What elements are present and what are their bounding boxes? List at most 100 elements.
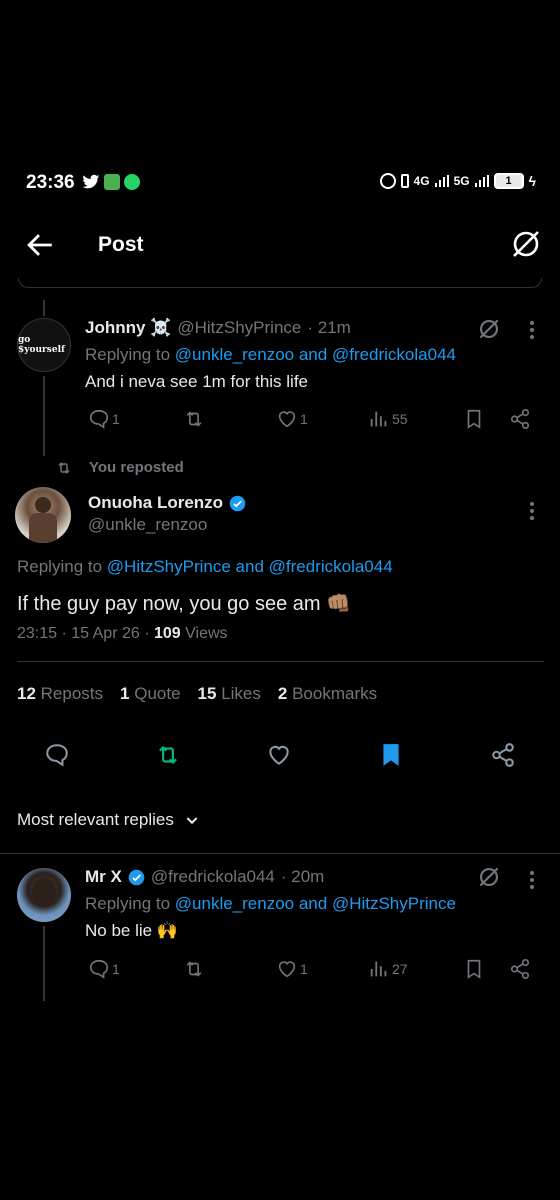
network-4g-label: 4G bbox=[413, 174, 430, 188]
repost-label: You reposted bbox=[89, 459, 184, 476]
reply-button[interactable]: 1 bbox=[88, 408, 120, 430]
share-icon[interactable] bbox=[490, 742, 516, 768]
grok-icon[interactable] bbox=[476, 316, 502, 342]
quotes-stat[interactable]: 1 Quote bbox=[120, 684, 181, 704]
avatar-face-shape bbox=[32, 878, 56, 906]
avatar-mr-x[interactable] bbox=[17, 868, 71, 922]
reply1-display-name[interactable]: Johnny ☠️ bbox=[85, 318, 171, 338]
divider bbox=[17, 718, 544, 719]
chevron-down-icon bbox=[186, 817, 198, 825]
header-divider bbox=[18, 278, 542, 288]
reply2-time: · 20m bbox=[280, 867, 325, 886]
main-actions bbox=[0, 738, 560, 774]
main-views-label: Views bbox=[185, 625, 228, 642]
views-icon bbox=[370, 961, 387, 977]
like-button[interactable]: 1 bbox=[276, 408, 308, 430]
more-options-icon[interactable] bbox=[530, 868, 536, 892]
reply-count: 1 bbox=[112, 961, 120, 977]
views-button[interactable]: 27 bbox=[368, 958, 408, 980]
grok-button[interactable] bbox=[508, 226, 544, 262]
divider bbox=[0, 853, 560, 854]
network-5g-label: 5G bbox=[453, 174, 470, 188]
more-options-icon[interactable] bbox=[530, 318, 536, 342]
quote-label: Quote bbox=[134, 684, 181, 703]
quote-count: 1 bbox=[120, 684, 130, 703]
replying-to-label: Replying to bbox=[85, 345, 171, 364]
like-button[interactable]: 1 bbox=[276, 958, 308, 980]
likes-count: 15 bbox=[197, 684, 217, 703]
system-icons: 4G 5G 1 ϟ bbox=[379, 173, 536, 189]
app-notification-icon bbox=[104, 174, 120, 190]
top-app-bar: Post bbox=[0, 220, 560, 270]
bookmarks-count: 2 bbox=[277, 684, 288, 703]
bookmark-filled-icon[interactable] bbox=[378, 742, 404, 768]
bookmark-icon bbox=[467, 409, 481, 429]
avatar-johnny-text: go $yourself bbox=[18, 335, 65, 355]
repost-icon bbox=[186, 961, 202, 977]
status-time: 23:36 bbox=[26, 172, 75, 193]
sort-label: Most relevant replies bbox=[17, 810, 174, 829]
heart-icon bbox=[278, 411, 296, 428]
views-button[interactable]: 55 bbox=[368, 408, 408, 430]
repost-button[interactable] bbox=[182, 408, 206, 430]
bookmark-button[interactable] bbox=[463, 408, 485, 430]
arrow-left-icon bbox=[27, 234, 52, 256]
notification-icons bbox=[82, 174, 140, 190]
main-replying-to: Replying to @HitzShyPrince and @fredrick… bbox=[17, 557, 393, 577]
sort-replies-dropdown[interactable]: Most relevant replies bbox=[17, 810, 200, 830]
replying-to-users[interactable]: @unkle_renzoo and @fredrickola044 bbox=[175, 345, 456, 364]
avatar-onuoha[interactable] bbox=[15, 487, 71, 543]
battery-icon: 1 bbox=[493, 173, 524, 189]
main-display-name[interactable]: Onuoha Lorenzo bbox=[88, 493, 223, 513]
alarm-icon bbox=[379, 173, 396, 189]
reply1-actions: 1 1 55 bbox=[88, 406, 533, 432]
reply2-display-name[interactable]: Mr X bbox=[85, 867, 122, 887]
bookmarks-stat[interactable]: 2 Bookmarks bbox=[278, 684, 377, 704]
page-title: Post bbox=[98, 233, 144, 256]
repost-icon bbox=[186, 411, 202, 427]
bookmarks-label: Bookmarks bbox=[292, 684, 378, 703]
back-button[interactable] bbox=[22, 228, 56, 262]
repost-icon[interactable] bbox=[154, 742, 182, 768]
repost-indicator: You reposted bbox=[55, 459, 184, 476]
reply1-time: · 21m bbox=[307, 318, 351, 337]
comment-icon bbox=[89, 409, 109, 429]
share-icon bbox=[510, 959, 530, 979]
comment-icon[interactable] bbox=[44, 742, 70, 768]
vibrate-icon bbox=[400, 174, 409, 188]
signal-icon bbox=[434, 175, 449, 187]
heart-icon bbox=[278, 961, 296, 978]
replying-to-label: Replying to bbox=[85, 894, 171, 913]
signal-icon-2 bbox=[474, 175, 489, 187]
likes-stat[interactable]: 15 Likes bbox=[198, 684, 261, 704]
repost-button[interactable] bbox=[182, 958, 206, 980]
bookmark-button[interactable] bbox=[463, 958, 485, 980]
replying-to-users[interactable]: @HitzShyPrince and @fredrickola044 bbox=[107, 557, 393, 576]
reply-count: 1 bbox=[112, 411, 120, 427]
grok-icon[interactable] bbox=[476, 864, 502, 890]
main-timestamp-row: 23:15 · 15 Apr 26 · 109 Views bbox=[17, 625, 228, 643]
reply2-handle[interactable]: @fredrickola044 bbox=[151, 867, 275, 887]
reply-button[interactable]: 1 bbox=[88, 958, 120, 980]
reposts-stat[interactable]: 12 Reposts bbox=[17, 684, 103, 704]
avatar-johnny[interactable]: go $yourself bbox=[17, 318, 71, 372]
main-handle[interactable]: @unkle_renzoo bbox=[88, 515, 246, 535]
views-icon bbox=[370, 411, 387, 427]
status-bar: 23:36 4G 5G 1 ϟ bbox=[0, 170, 560, 198]
main-author[interactable]: Onuoha Lorenzo @unkle_renzoo bbox=[88, 493, 246, 535]
share-button[interactable] bbox=[509, 408, 531, 430]
charging-icon: ϟ bbox=[528, 173, 536, 189]
reply1-handle[interactable]: @HitzShyPrince bbox=[177, 318, 301, 338]
replying-to-users[interactable]: @unkle_renzoo and @HitzShyPrince bbox=[175, 894, 456, 913]
reposts-label: Reposts bbox=[40, 684, 104, 703]
like-count: 1 bbox=[300, 411, 308, 427]
heart-icon[interactable] bbox=[266, 742, 292, 768]
whatsapp-icon bbox=[124, 174, 140, 190]
share-button[interactable] bbox=[509, 958, 531, 980]
reply2-actions: 1 1 27 bbox=[88, 956, 533, 982]
main-timestamp[interactable]: 23:15 · 15 Apr 26 · bbox=[17, 625, 150, 642]
more-options-icon[interactable] bbox=[530, 499, 536, 523]
like-count: 1 bbox=[300, 961, 308, 977]
avatar-body-shape bbox=[29, 513, 57, 543]
likes-label: Likes bbox=[221, 684, 261, 703]
